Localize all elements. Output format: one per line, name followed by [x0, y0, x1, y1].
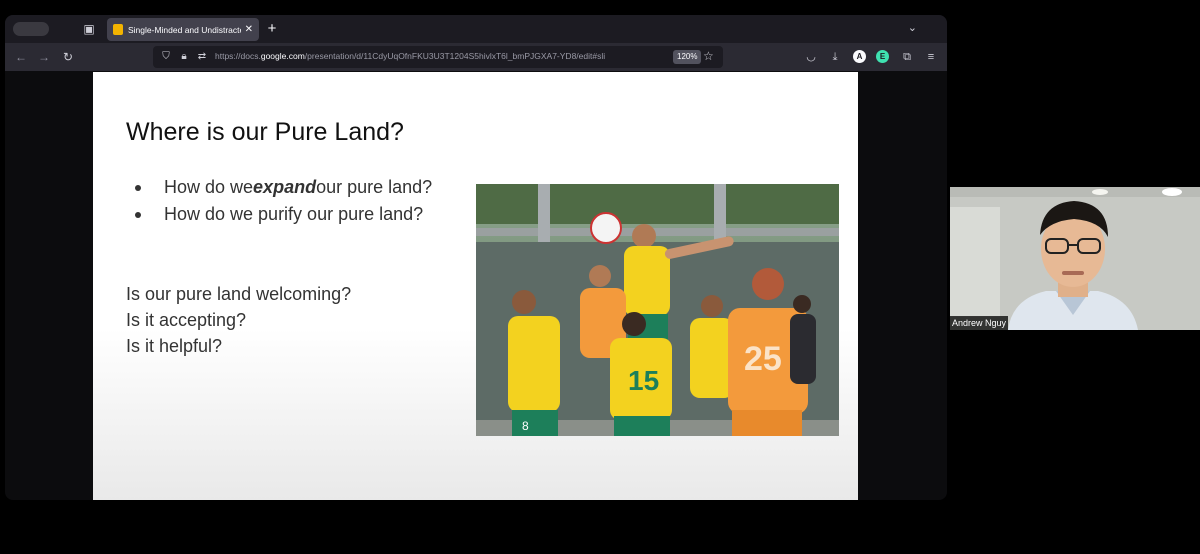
new-tab-button[interactable]: +	[263, 20, 281, 38]
extension-avatar-icon[interactable]: E	[876, 50, 889, 63]
url-text[interactable]: https://docs.google.com/presentation/d/1…	[215, 51, 665, 61]
bullet-item: How do we expand our pure land?	[135, 177, 432, 198]
soccer-photo-illustration: 8 15 25	[476, 184, 839, 436]
account-avatar-icon[interactable]: A	[853, 50, 866, 63]
jersey-number: 15	[628, 365, 659, 396]
downloads-icon[interactable]: ⤓	[827, 49, 843, 65]
bullet-list: How do we expand our pure land? How do w…	[135, 177, 432, 231]
window-controls[interactable]	[13, 22, 49, 36]
permissions-icon[interactable]: ⇄	[195, 50, 209, 64]
pocket-icon[interactable]: ◡	[803, 49, 819, 65]
jersey-number: 25	[744, 340, 782, 378]
reload-button[interactable]: ↻	[60, 49, 76, 65]
soccer-photo: 8 15 25	[476, 184, 839, 436]
question-line: Is our pure land welcoming?	[126, 284, 352, 304]
bullet-item: How do we purify our pure land?	[135, 204, 432, 225]
menu-icon[interactable]: ≡	[923, 49, 939, 65]
chevron-down-icon[interactable]: ⌄	[908, 21, 917, 34]
forward-button[interactable]: →	[36, 49, 52, 65]
url-path: /presentation/d/11CdyUqOfnFKU3U3T1204S5h…	[304, 51, 606, 61]
bullet-text: our pure land?	[316, 177, 433, 197]
slide-title: Where is our Pure Land?	[126, 118, 404, 146]
bullet-text: How do we purify our pure land?	[164, 204, 424, 224]
navigation-toolbar: ← → ↻ ⛉ 🔒︎ ⇄ https://docs.google.com/pre…	[5, 43, 947, 71]
zoom-level-button[interactable]: 120%	[673, 50, 702, 64]
question-list: Is our pure land welcoming? Is it accept…	[126, 281, 351, 359]
bullet-dot-icon	[135, 211, 141, 218]
tab-bar: ▣ Single-Minded and Undistracte ✕ + ⌄	[5, 15, 947, 43]
jersey-number: 8	[522, 419, 529, 433]
bullet-emphasis: expand	[253, 177, 317, 197]
bullet-text: How do we	[164, 177, 254, 197]
participant-video[interactable]: Andrew Nguy	[950, 187, 1200, 330]
participant-name-label: Andrew Nguy	[950, 316, 1009, 330]
extensions-icon[interactable]: ⧉	[899, 49, 915, 65]
shield-icon[interactable]: ⛉	[159, 50, 173, 64]
slides-favicon-icon	[113, 24, 123, 35]
lock-icon[interactable]: 🔒︎	[177, 50, 191, 64]
participant-video-feed	[950, 187, 1200, 330]
tab-list-icon[interactable]: ▣	[81, 21, 97, 37]
presentation-slide: Where is our Pure Land? How do we expand…	[93, 72, 858, 500]
back-button[interactable]: ←	[13, 49, 29, 65]
url-host: google.com	[260, 51, 305, 61]
address-bar[interactable]: ⛉ 🔒︎ ⇄ https://docs.google.com/presentat…	[153, 46, 723, 68]
tab-title: Single-Minded and Undistracte	[128, 24, 241, 35]
bookmark-star-icon[interactable]: ☆	[703, 49, 714, 63]
question-line: Is it helpful?	[126, 336, 223, 356]
bullet-dot-icon	[135, 184, 141, 191]
tab-active[interactable]: Single-Minded and Undistracte ✕	[107, 18, 259, 41]
question-line: Is it accepting?	[126, 310, 247, 330]
close-tab-icon[interactable]: ✕	[245, 24, 253, 35]
url-prefix: https://docs.	[215, 51, 261, 61]
